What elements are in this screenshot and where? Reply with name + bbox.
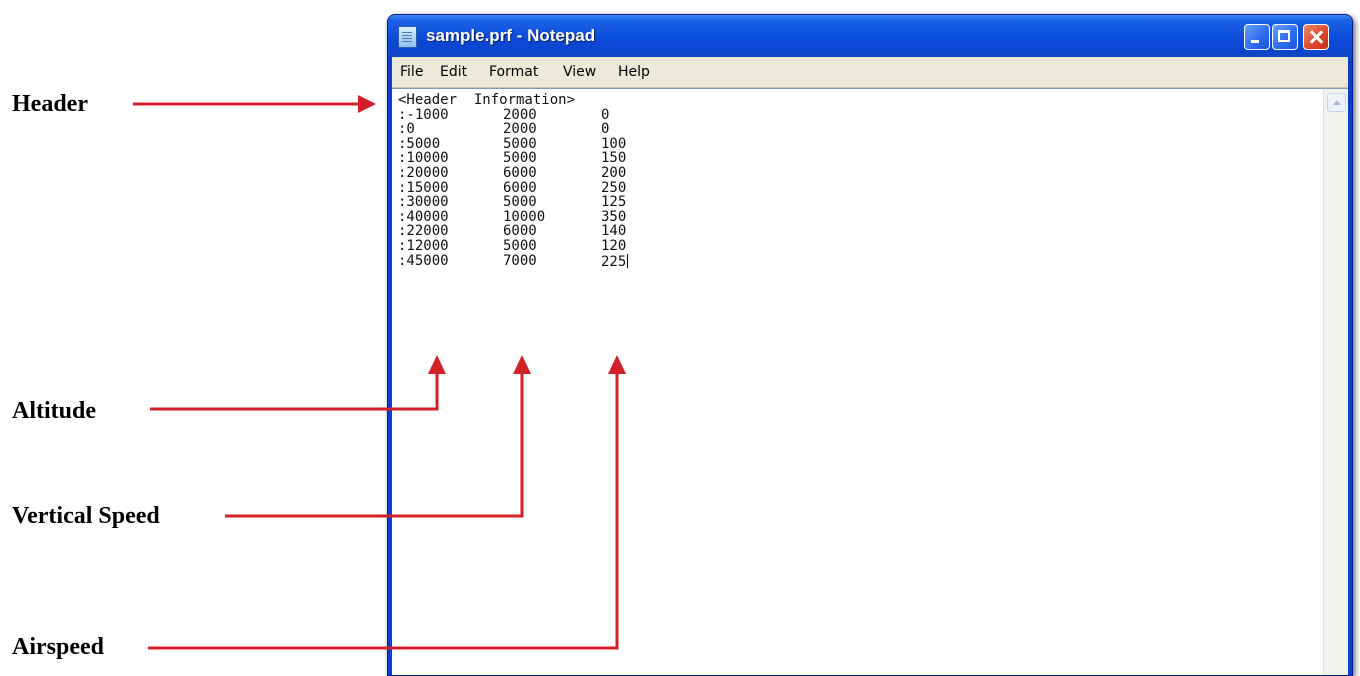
- vertical-speed-arrow: [225, 372, 524, 518]
- airspeed-arrowhead: [608, 355, 626, 374]
- altitude-arrow: [150, 372, 439, 411]
- header-arrowhead: [358, 95, 376, 113]
- airspeed-arrow: [148, 372, 619, 650]
- altitude-arrowhead: [428, 355, 446, 374]
- annotation-arrows: [133, 95, 626, 650]
- vertical-speed-arrowhead: [513, 355, 531, 374]
